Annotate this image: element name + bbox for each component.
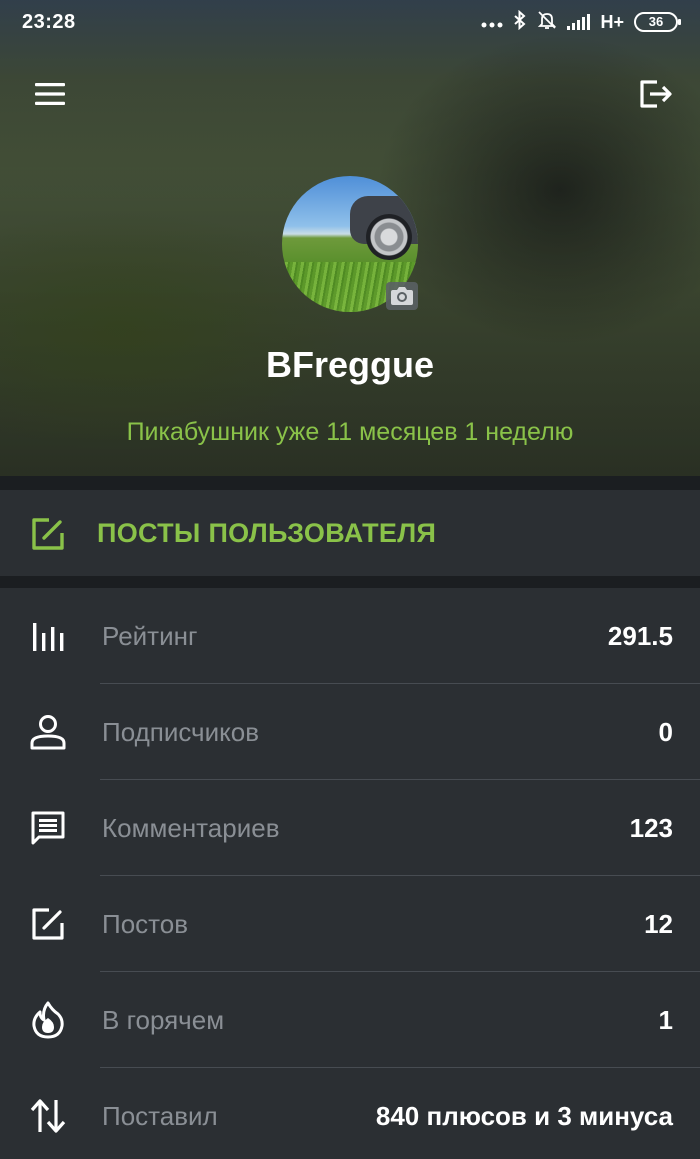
avatar-wrap bbox=[282, 176, 418, 312]
status-bar: 23:28 H+ 36 bbox=[0, 0, 700, 44]
bell-off-icon bbox=[537, 10, 557, 35]
stat-row-subscribers: Подписчиков 0 bbox=[0, 684, 700, 780]
stat-label: Комментариев bbox=[102, 813, 280, 843]
stat-value: 123 bbox=[629, 813, 673, 843]
edit-icon bbox=[29, 515, 67, 558]
section-divider bbox=[0, 576, 700, 588]
bar-chart-icon bbox=[28, 616, 68, 656]
user-posts-button[interactable]: ПОСТЫ ПОЛЬЗОВАТЕЛЯ bbox=[0, 490, 700, 576]
logout-icon[interactable] bbox=[634, 72, 678, 116]
edit-icon bbox=[28, 904, 68, 944]
username: BFreggue bbox=[265, 344, 434, 385]
section-divider bbox=[0, 476, 700, 490]
battery-icon: 36 bbox=[634, 12, 681, 32]
status-icons: H+ 36 bbox=[481, 9, 681, 35]
stat-value: 291.5 bbox=[607, 621, 673, 651]
stat-label: Подписчиков bbox=[102, 717, 260, 747]
stat-row-hot: В горячем 1 bbox=[0, 972, 700, 1068]
flame-icon bbox=[28, 1000, 68, 1040]
profile-header: 23:28 H+ 36 BFreggue Пикабушник уже 11 м… bbox=[0, 0, 700, 476]
stat-row-comments: Комментариев 123 bbox=[0, 780, 700, 876]
avatar-wheel bbox=[366, 214, 412, 260]
stat-value: 0 bbox=[658, 717, 673, 747]
stat-label: В горячем bbox=[102, 1005, 225, 1035]
stat-row-posts: Постов 12 bbox=[0, 876, 700, 972]
stat-label: Поставил bbox=[102, 1101, 218, 1131]
status-time: 23:28 bbox=[22, 10, 76, 33]
network-type: H+ bbox=[600, 11, 624, 32]
stat-label: Постов bbox=[102, 909, 189, 939]
bluetooth-icon bbox=[513, 9, 527, 35]
stat-value: 12 bbox=[644, 909, 673, 939]
user-posts-label: ПОСТЫ ПОЛЬЗОВАТЕЛЯ bbox=[97, 518, 437, 548]
swap-vertical-icon bbox=[28, 1096, 68, 1136]
stat-value: 840 плюсов и 3 минуса bbox=[375, 1101, 673, 1131]
stat-row-votes: Поставил 840 плюсов и 3 минуса bbox=[0, 1068, 700, 1159]
stat-label: Рейтинг bbox=[102, 621, 198, 651]
comment-icon bbox=[28, 808, 68, 848]
dots-icon bbox=[481, 12, 503, 33]
stat-row-rating: Рейтинг 291.5 bbox=[0, 588, 700, 684]
stat-value: 1 bbox=[658, 1005, 673, 1035]
stats-list: Рейтинг 291.5 Подписчиков 0 Комментариев… bbox=[0, 588, 700, 1159]
camera-icon[interactable] bbox=[386, 282, 418, 310]
membership-text: Пикабушник уже 11 месяцев 1 неделю bbox=[126, 418, 574, 446]
hamburger-menu-icon[interactable] bbox=[28, 72, 72, 116]
signal-icon bbox=[567, 14, 591, 30]
person-icon bbox=[28, 712, 68, 752]
